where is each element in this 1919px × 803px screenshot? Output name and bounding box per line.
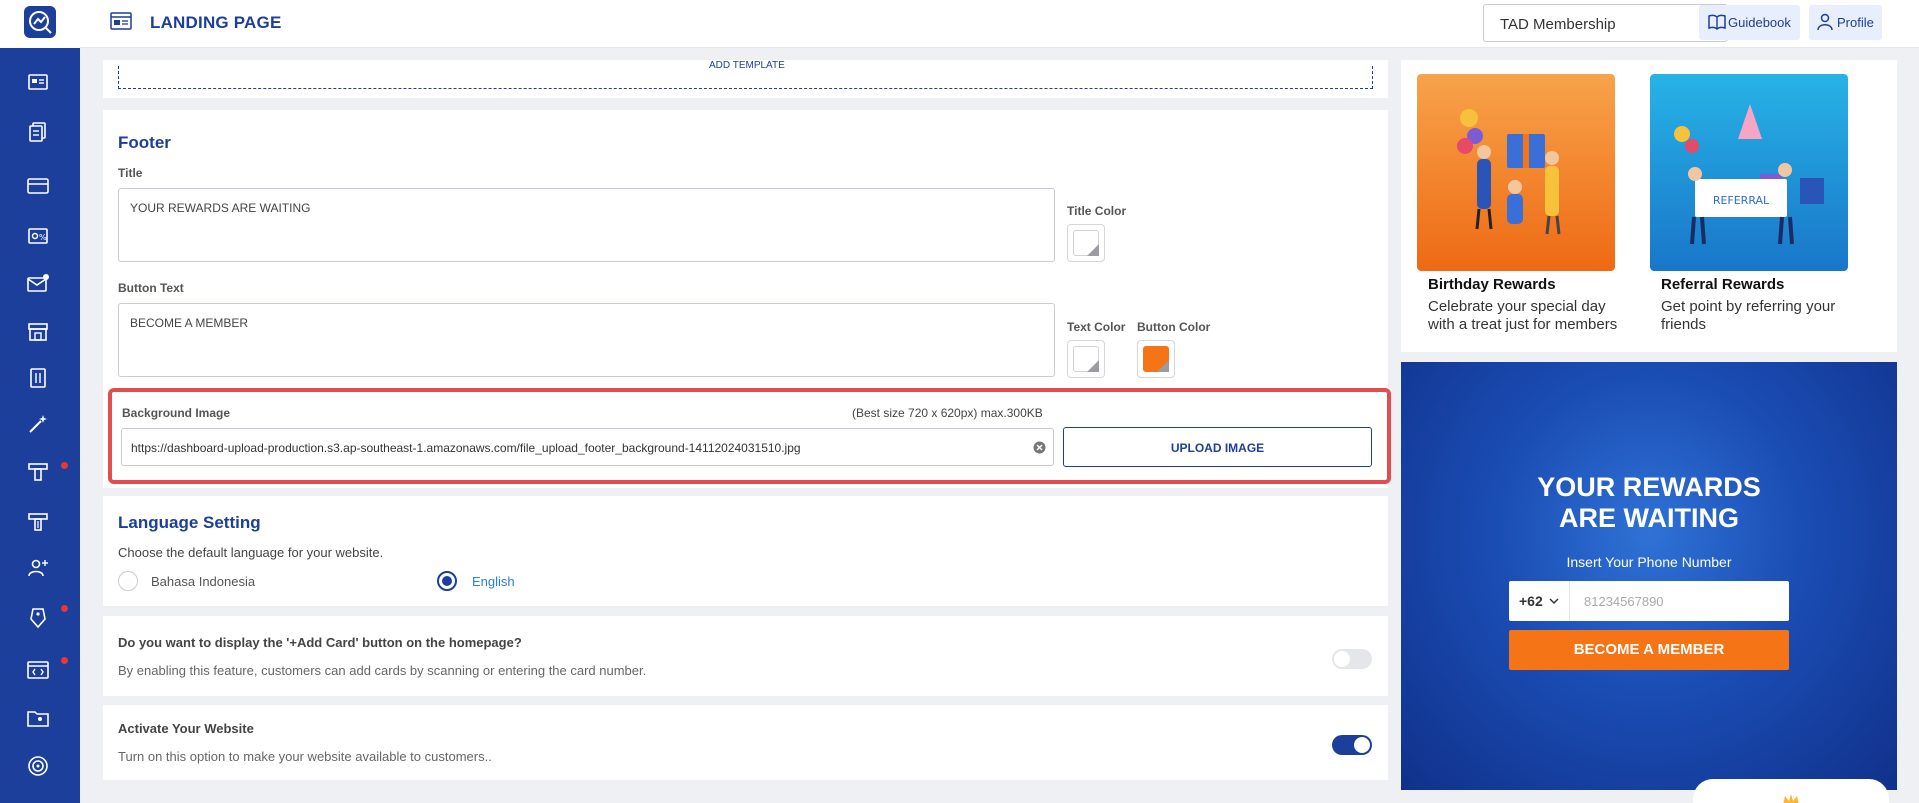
background-image-url: https://dashboard-upload-production.s3.a… xyxy=(131,441,801,455)
country-code[interactable]: +62 xyxy=(1519,593,1543,609)
button-text-label: Button Text xyxy=(118,281,184,295)
separator xyxy=(1569,581,1570,621)
users-icon[interactable] xyxy=(26,556,50,580)
text-color-picker[interactable] xyxy=(1067,340,1105,378)
card-icon[interactable] xyxy=(26,174,50,198)
add-card-toggle[interactable] xyxy=(1332,649,1372,669)
background-image-hint: (Best size 720 x 620px) max.300KB xyxy=(852,406,1043,420)
template-icon-1[interactable] xyxy=(26,460,50,484)
notification-dot xyxy=(61,605,68,612)
clear-icon[interactable] xyxy=(1033,441,1046,454)
book-icon xyxy=(1708,14,1726,31)
footer-preview-hero: YOUR REWARDS ARE WAITING Insert Your Pho… xyxy=(1401,362,1897,790)
background-image-url-input[interactable]: https://dashboard-upload-production.s3.a… xyxy=(121,428,1054,466)
birthday-rewards-illustration xyxy=(1417,74,1615,271)
profile-label: Profile xyxy=(1837,15,1874,30)
mail-icon[interactable] xyxy=(26,272,50,296)
add-template-label: ADD TEMPLATE xyxy=(709,60,785,71)
title-color-label: Title Color xyxy=(1067,204,1127,218)
folder-user-icon[interactable] xyxy=(26,706,50,730)
phone-placeholder: 81234567890 xyxy=(1584,594,1664,609)
hero-title: YOUR REWARDS ARE WAITING xyxy=(1537,472,1761,533)
guidebook-button[interactable]: Guidebook xyxy=(1699,5,1800,40)
footer-heading: Footer xyxy=(118,133,171,152)
language-description: Choose the default language for your web… xyxy=(118,545,384,560)
guidebook-label: Guidebook xyxy=(1728,15,1791,30)
user-icon xyxy=(1817,13,1833,31)
add-card-panel xyxy=(103,616,1388,696)
birthday-rewards-description: Celebrate your special day with a treat … xyxy=(1428,298,1618,333)
upload-image-label: UPLOAD IMAGE xyxy=(1170,441,1265,455)
logo-area xyxy=(0,0,80,48)
radio-label-english: English xyxy=(472,574,515,589)
language-heading: Language Setting xyxy=(118,513,261,532)
chevron-down-icon xyxy=(1549,598,1559,605)
referral-rewards-illustration: REFERRAL xyxy=(1650,74,1848,271)
referral-sign-text: REFERRAL xyxy=(1713,194,1770,207)
title-color-picker[interactable] xyxy=(1067,224,1105,262)
store-icon[interactable] xyxy=(26,320,50,344)
membership-select-value: TAD Membership xyxy=(1500,16,1616,33)
activate-description: Turn on this option to make your website… xyxy=(118,749,492,764)
profile-button[interactable]: Profile xyxy=(1809,5,1882,40)
text-color-label: Text Color xyxy=(1067,320,1126,334)
toggle-knob xyxy=(1354,737,1370,753)
target-icon[interactable] xyxy=(26,754,50,778)
title-label: Title xyxy=(118,166,143,180)
referral-rewards-description: Get point by referring your friends xyxy=(1661,298,1836,333)
documents-icon[interactable] xyxy=(26,120,50,144)
add-card-description: By enabling this feature, customers can … xyxy=(118,663,647,678)
color-dropdown-icon xyxy=(1087,244,1099,256)
color-dropdown-icon xyxy=(1087,360,1099,372)
become-member-button[interactable]: BECOME A MEMBER xyxy=(1509,630,1789,670)
notification-dot xyxy=(61,657,68,664)
footer-title-value: YOUR REWARDS ARE WAITING xyxy=(130,201,311,215)
landing-page-icon xyxy=(110,12,132,30)
svg-text:%: % xyxy=(39,233,47,242)
add-card-question: Do you want to display the '+Add Card' b… xyxy=(118,635,522,650)
crown-icon xyxy=(1783,794,1799,803)
color-dropdown-icon xyxy=(1157,360,1169,372)
birthday-rewards-title: Birthday Rewards xyxy=(1428,276,1556,293)
button-text-value: BECOME A MEMBER xyxy=(130,316,249,330)
activate-panel xyxy=(103,705,1388,780)
app-logo[interactable] xyxy=(24,6,56,38)
template-icon-2[interactable] xyxy=(26,510,50,534)
magic-wand-icon[interactable] xyxy=(26,412,50,436)
radio-label-bahasa: Bahasa Indonesia xyxy=(151,574,256,589)
preview-badge xyxy=(1693,779,1889,803)
voucher-icon[interactable]: % xyxy=(26,224,50,248)
sidebar: % xyxy=(0,0,80,803)
activate-question: Activate Your Website xyxy=(118,721,254,736)
landing-page-icon[interactable] xyxy=(26,70,50,94)
toggle-knob xyxy=(1334,651,1350,667)
add-template-zone[interactable]: ADD TEMPLATE xyxy=(118,60,1373,89)
hero-subtitle: Insert Your Phone Number xyxy=(1566,554,1732,570)
referral-rewards-title: Referral Rewards xyxy=(1661,276,1785,293)
upload-image-button[interactable]: UPLOAD IMAGE xyxy=(1063,427,1372,467)
footer-title-input[interactable]: YOUR REWARDS ARE WAITING xyxy=(118,188,1055,262)
button-color-label: Button Color xyxy=(1137,320,1211,334)
membership-select[interactable]: TAD Membership xyxy=(1483,4,1728,42)
top-header: LANDING PAGE TAD Membership xyxy=(80,0,1919,48)
button-color-picker[interactable] xyxy=(1137,340,1175,378)
background-image-label: Background Image xyxy=(122,406,231,420)
code-window-icon[interactable] xyxy=(26,658,50,682)
menu-book-icon[interactable] xyxy=(26,366,50,390)
radio-english[interactable] xyxy=(437,571,457,591)
page-title: LANDING PAGE xyxy=(150,13,282,32)
radio-bahasa-indonesia[interactable] xyxy=(118,571,138,591)
phone-input[interactable]: +62 81234567890 xyxy=(1509,581,1789,621)
button-text-input[interactable]: BECOME A MEMBER xyxy=(118,303,1055,377)
become-member-label: BECOME A MEMBER xyxy=(1573,641,1725,658)
tag-icon[interactable] xyxy=(26,606,50,630)
notification-dot xyxy=(61,462,68,469)
activate-toggle[interactable] xyxy=(1332,735,1372,755)
